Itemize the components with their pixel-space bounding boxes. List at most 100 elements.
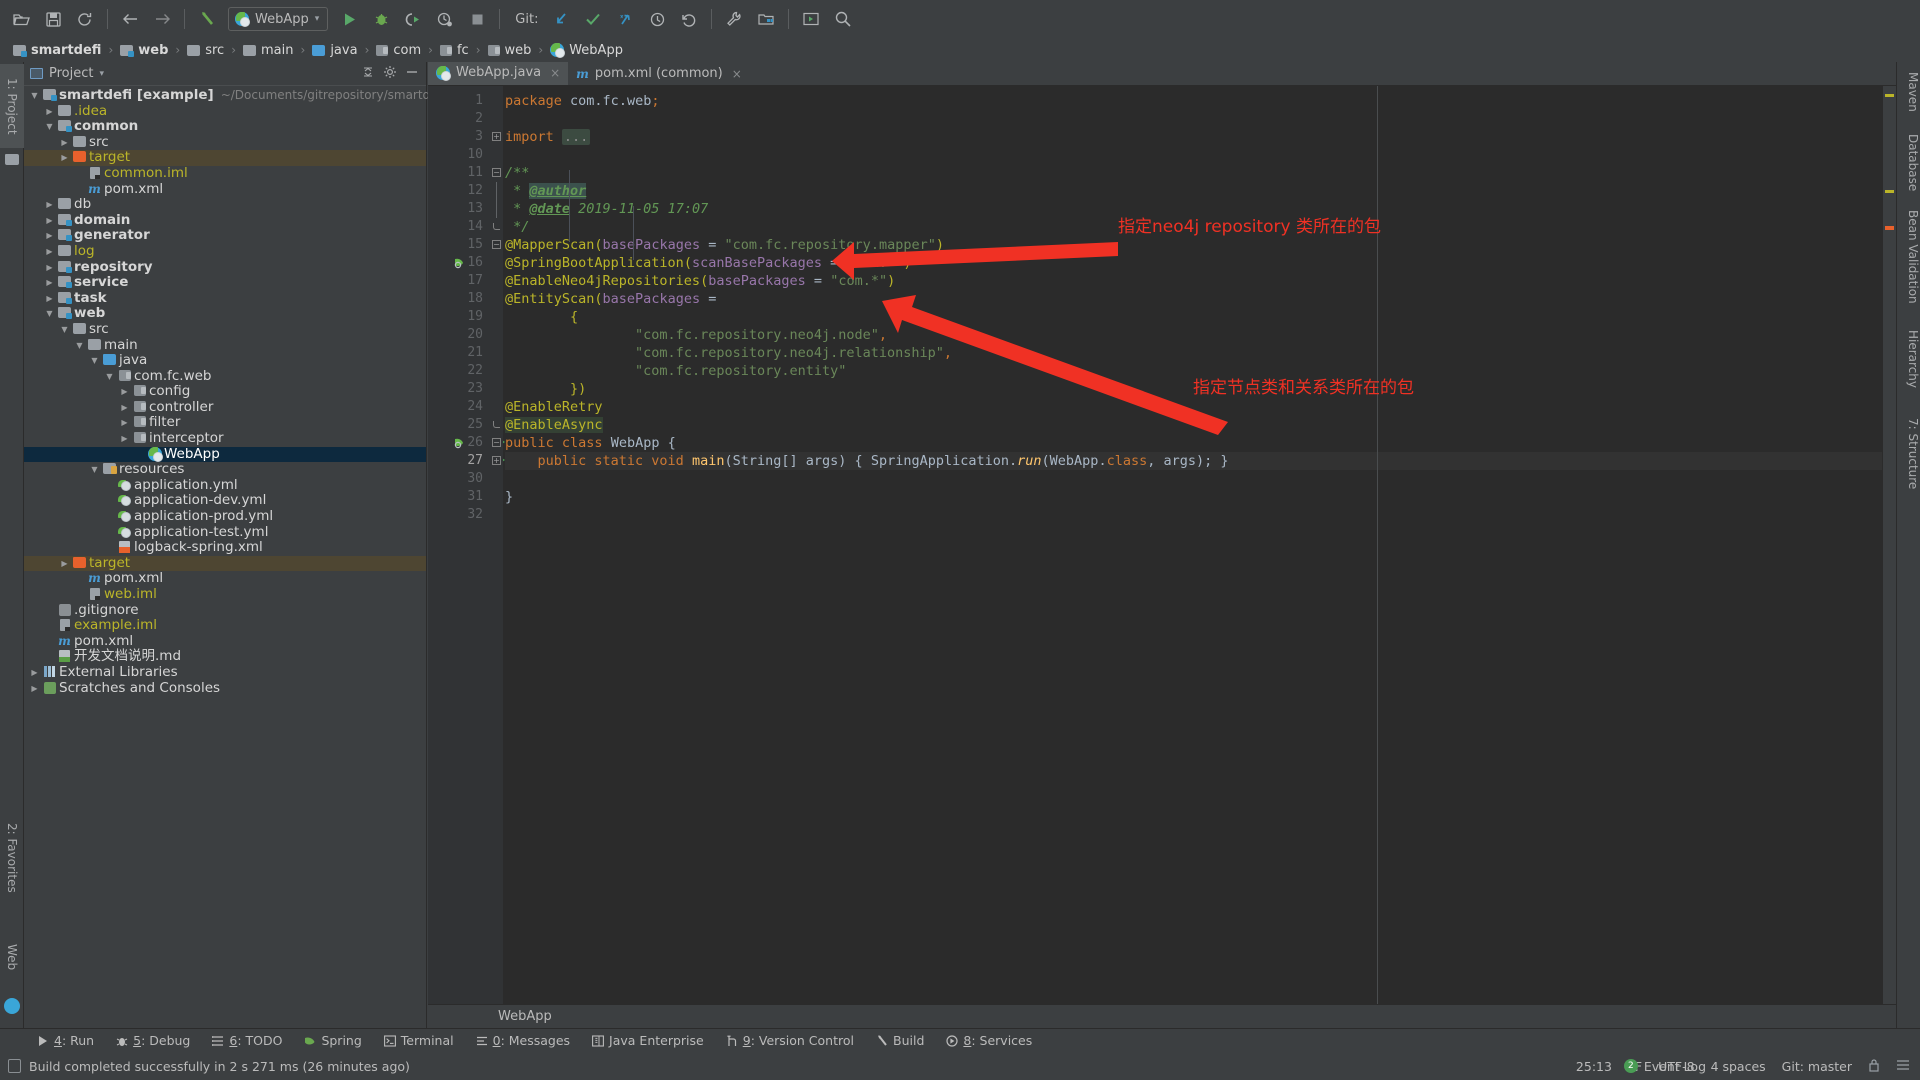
chevron-right-icon[interactable]: ▶ <box>58 150 71 166</box>
chevron-down-icon[interactable]: ▼ <box>28 88 41 104</box>
tree-item-webapp[interactable]: WebApp <box>24 446 426 463</box>
chevron-down-icon[interactable]: ▾ <box>99 69 104 79</box>
fold-region[interactable] <box>491 380 503 398</box>
run-anything-icon[interactable] <box>796 5 826 33</box>
chevron-down-icon[interactable]: ▼ <box>88 462 101 478</box>
tree-item-controller[interactable]: ▶ controller <box>24 399 426 416</box>
memory-indicator-icon[interactable] <box>1896 1059 1910 1074</box>
git-history-icon[interactable] <box>642 5 672 33</box>
tab-pom-xml[interactable]: m pom.xml (common) × <box>568 62 750 85</box>
chevron-right-icon[interactable]: ▶ <box>43 213 56 229</box>
tree-item-db[interactable]: ▶ db <box>24 197 426 213</box>
run-button[interactable] <box>334 5 364 33</box>
fold-region[interactable] <box>491 290 503 308</box>
caret-position[interactable]: 25:13 <box>1576 1059 1612 1074</box>
fold-region[interactable] <box>491 200 503 218</box>
tree-item-java[interactable]: ▼ java <box>24 352 426 369</box>
run-configuration-selector[interactable]: WebApp ▾ <box>228 7 329 31</box>
chevron-down-icon[interactable]: ▼ <box>58 322 71 338</box>
expand-fold-icon[interactable]: + <box>492 456 501 465</box>
project-tree[interactable]: ▼ smartdefi [example] ~/Documents/gitrepos… <box>24 86 445 697</box>
fold-region[interactable] <box>491 326 503 344</box>
git-push-icon[interactable] <box>610 5 640 33</box>
fold-region[interactable] <box>491 416 503 434</box>
chevron-right-icon[interactable]: ▶ <box>43 228 56 244</box>
bottom-tab-debug[interactable]: 5: Debug <box>105 1033 201 1048</box>
fold-region[interactable] <box>491 218 503 236</box>
fold-end-icon[interactable] <box>493 223 500 230</box>
bottom-tab-services[interactable]: 8: Services <box>935 1033 1043 1048</box>
tree-item-pom.xml[interactable]: m pom.xml <box>24 571 426 587</box>
breadcrumb-item-main[interactable]: main <box>240 43 296 58</box>
collapse-fold-icon[interactable]: − <box>492 240 501 249</box>
tree-item-.idea[interactable]: ▶ .idea <box>24 103 426 120</box>
chevron-right-icon[interactable]: ▶ <box>43 244 56 260</box>
lock-icon[interactable] <box>1868 1058 1880 1075</box>
fold-region[interactable] <box>491 344 503 362</box>
tree-item-smartdefiexample[interactable]: ▼ smartdefi [example] ~/Documents/gitrepos… <box>24 87 445 104</box>
open-folder-icon[interactable] <box>6 5 36 33</box>
tree-item-application.yml[interactable]: application.yml <box>24 477 426 494</box>
run-with-coverage-button[interactable] <box>398 5 428 33</box>
tree-item-com.fc.web[interactable]: ▼ com.fc.web <box>24 368 426 385</box>
tree-item-scratchesandconsoles[interactable]: ▶ Scratches and Consoles <box>24 680 426 697</box>
chevron-right-icon[interactable]: ▶ <box>43 291 56 307</box>
fold-region[interactable] <box>491 362 503 380</box>
tree-item-generator[interactable]: ▶ generator <box>24 228 426 244</box>
breadcrumb-item-webapp[interactable]: WebApp <box>547 43 626 58</box>
git-commit-icon[interactable] <box>578 5 608 33</box>
tree-item-interceptor[interactable]: ▶ interceptor <box>24 430 426 447</box>
chevron-right-icon[interactable]: ▶ <box>43 275 56 291</box>
expand-fold-icon[interactable]: + <box>492 132 501 141</box>
close-icon[interactable]: × <box>550 66 560 80</box>
bottom-tab-messages[interactable]: 0: Messages <box>465 1033 581 1048</box>
chevron-down-icon[interactable]: ▼ <box>103 369 116 385</box>
tree-item-.md[interactable]: 开发文档说明.md <box>24 649 426 665</box>
bottom-tab-spring[interactable]: Spring <box>293 1033 372 1048</box>
tree-item-config[interactable]: ▶ config <box>24 384 426 400</box>
chevron-right-icon[interactable]: ▶ <box>43 197 56 213</box>
bottom-tab-build[interactable]: Build <box>865 1033 935 1048</box>
git-branch-widget[interactable]: Git: master <box>1782 1059 1852 1074</box>
tree-item-web[interactable]: ▼ web <box>24 306 426 322</box>
code-folding-gutter[interactable]: + − − − + <box>491 86 503 1004</box>
tree-item-pom.xml[interactable]: m pom.xml <box>24 633 426 650</box>
tree-item-.gitignore[interactable]: .gitignore <box>24 602 426 619</box>
gear-icon[interactable] <box>382 65 398 83</box>
git-revert-icon[interactable] <box>674 5 704 33</box>
chevron-right-icon[interactable]: ▶ <box>43 260 56 276</box>
project-structure-icon[interactable] <box>751 5 781 33</box>
chevron-right-icon[interactable]: ▶ <box>118 384 131 400</box>
event-log-widget[interactable]: 2 Event Log <box>1623 1059 1706 1074</box>
collapse-fold-icon[interactable]: − <box>492 168 501 177</box>
chevron-right-icon[interactable]: ▶ <box>58 135 71 151</box>
tree-item-target[interactable]: ▶ target <box>24 555 426 572</box>
fold-region[interactable] <box>491 110 503 128</box>
fold-region[interactable] <box>491 308 503 326</box>
bottom-tab-terminal[interactable]: Terminal <box>373 1033 465 1048</box>
fold-region[interactable] <box>491 488 503 506</box>
sidebar-item-web[interactable]: Web <box>0 934 24 980</box>
build-hammer-icon[interactable] <box>192 5 222 33</box>
chevron-right-icon[interactable]: ▶ <box>43 104 56 120</box>
breadcrumb-item-src[interactable]: src <box>184 43 227 58</box>
chevron-right-icon[interactable]: ▶ <box>118 415 131 431</box>
tab-webapp-java[interactable]: WebApp.java × <box>428 62 569 85</box>
fold-region[interactable]: − <box>491 164 503 182</box>
chevron-down-icon[interactable]: ▼ <box>88 353 101 369</box>
fold-region[interactable]: − <box>491 434 503 452</box>
chevron-down-icon[interactable]: ▼ <box>43 306 56 322</box>
breadcrumb-item-smartdefi[interactable]: smartdefi <box>10 43 104 58</box>
sync-icon[interactable] <box>70 5 100 33</box>
bottom-tab-javaenterprise[interactable]: Java Enterprise <box>581 1033 715 1048</box>
tree-item-filter[interactable]: ▶ filter <box>24 415 426 431</box>
debug-button[interactable] <box>366 5 396 33</box>
sidebar-item-structure[interactable]: 7: Structure <box>1896 412 1920 495</box>
chevron-right-icon[interactable]: ▶ <box>118 431 131 447</box>
chevron-right-icon[interactable]: ▶ <box>28 665 41 681</box>
settings-wrench-icon[interactable] <box>719 5 749 33</box>
editor-error-stripe[interactable] <box>1882 86 1896 1004</box>
sidebar-item-bean-validation[interactable]: Bean Validation <box>1896 204 1920 310</box>
save-all-icon[interactable] <box>38 5 68 33</box>
bottom-tab-run[interactable]: 4: Run <box>26 1033 105 1048</box>
